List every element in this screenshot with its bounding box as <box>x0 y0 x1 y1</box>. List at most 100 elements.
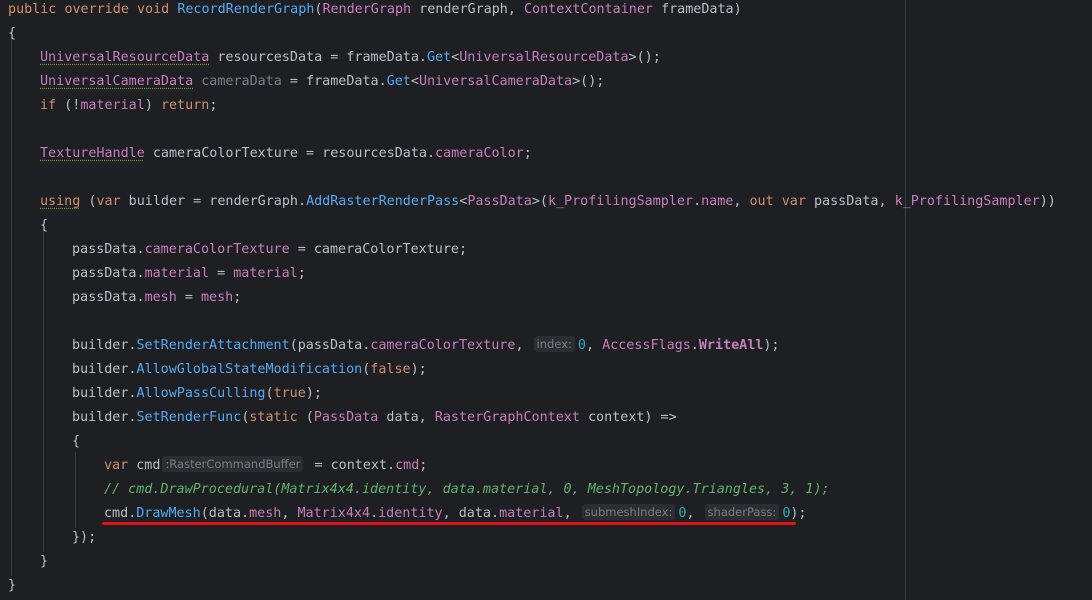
code-token: , <box>585 338 603 353</box>
code-token: AddRasterRenderPass <box>306 194 460 209</box>
code-token: . <box>693 194 702 209</box>
code-line-20[interactable]: var cmd:RasterCommandBuffer = context.cm… <box>104 454 427 478</box>
code-token: if <box>40 98 57 113</box>
code-line-11[interactable]: passData.cameraColorTexture = cameraColo… <box>72 238 467 262</box>
code-token: ) <box>144 98 161 113</box>
code-token: SetRenderFunc <box>136 410 242 425</box>
code-token: mesh <box>249 506 282 521</box>
code-token: frameData) <box>653 2 742 17</box>
code-token: resourcesData = frameData. <box>209 50 427 65</box>
indent-guide <box>43 228 44 552</box>
code-token: mesh <box>201 290 234 305</box>
code-token: = frameData. <box>281 74 387 89</box>
code-token: data, <box>378 410 435 425</box>
code-token: = <box>176 290 201 305</box>
code-token: out <box>749 194 774 209</box>
code-token: void <box>137 2 170 17</box>
code-token: { <box>72 434 81 449</box>
code-token: ( <box>265 386 274 401</box>
code-token: passData. <box>72 290 145 305</box>
code-line-2[interactable]: { <box>8 22 16 46</box>
red-annotation-underline <box>102 522 796 525</box>
code-token: cmd. <box>104 506 137 521</box>
code-token: RecordRenderGraph <box>177 2 315 17</box>
code-token: AllowPassCulling <box>136 386 266 401</box>
code-token: cameraColorTexture = resourcesData. <box>144 146 436 161</box>
code-token: , <box>515 338 532 353</box>
code-comment: // cmd.DrawProcedural(Matrix4x4.identity… <box>104 482 830 497</box>
code-line-12[interactable]: passData.material = material; <box>72 262 306 286</box>
code-token: var <box>781 194 806 209</box>
code-token: ; <box>419 458 428 473</box>
code-token: cameraColorTexture <box>370 338 516 353</box>
code-line-16[interactable]: builder.AllowGlobalStateModification(fal… <box>72 358 427 382</box>
code-token: , <box>733 194 750 209</box>
code-token: >(); <box>628 50 661 65</box>
code-token: using <box>40 194 81 209</box>
code-line-7[interactable]: TextureHandle cameraColorTexture = resou… <box>40 142 532 166</box>
code-token: passData. <box>72 266 145 281</box>
parameter-hint: shaderPass: <box>704 504 780 520</box>
code-line-17[interactable]: builder.AllowPassCulling(true); <box>72 382 322 406</box>
code-line-21[interactable]: // cmd.DrawProcedural(Matrix4x4.identity… <box>104 478 830 502</box>
code-token: (passData. <box>289 338 371 353</box>
code-token: RenderGraph <box>322 2 412 17</box>
code-token: SetRenderAttachment <box>136 338 290 353</box>
code-token: ; <box>523 146 532 161</box>
code-line-9[interactable]: using (var builder = renderGraph.AddRast… <box>40 190 1056 214</box>
code-token: ); <box>763 338 780 353</box>
code-token: override <box>64 2 129 17</box>
code-token: Get <box>386 74 411 89</box>
code-token: (data. <box>200 506 250 521</box>
code-token: Get <box>426 50 452 65</box>
code-token: var <box>104 458 129 473</box>
code-token: mesh <box>144 290 177 305</box>
code-token: PassData <box>467 194 532 209</box>
code-line-10[interactable]: { <box>40 214 48 238</box>
code-token: k_ProfilingSampler <box>547 194 694 209</box>
code-token: material <box>80 98 145 113</box>
code-token: cameraColorTexture <box>144 242 290 257</box>
code-line-23[interactable]: }); <box>72 526 96 550</box>
code-token: AllowGlobalStateModification <box>136 362 363 377</box>
code-token: (! <box>56 98 81 113</box>
code-token: )) <box>1039 194 1056 209</box>
code-token: renderGraph, <box>411 2 524 17</box>
code-line-24[interactable]: } <box>40 550 48 574</box>
code-token: UniversalCameraData <box>40 74 194 89</box>
code-token: >(); <box>572 74 605 89</box>
code-token: { <box>8 26 17 41</box>
code-line-5[interactable]: if (!material) return; <box>40 94 217 118</box>
code-token: false <box>370 362 411 377</box>
code-token: builder = renderGraph. <box>120 194 307 209</box>
code-token: ; <box>233 290 242 305</box>
code-token: ( <box>80 194 97 209</box>
code-token: k_ProfilingSampler <box>894 194 1040 209</box>
code-token: RasterGraphContext <box>434 410 580 425</box>
code-token: name <box>701 194 734 209</box>
code-line-13[interactable]: passData.mesh = mesh; <box>72 286 241 310</box>
code-token: 0 <box>577 338 586 353</box>
code-token: , <box>563 506 580 521</box>
indent-guide <box>11 36 12 576</box>
code-editor[interactable]: public override void RecordRenderGraph (R… <box>0 0 1092 600</box>
code-token: UniversalResourceData <box>459 50 629 65</box>
right-margin-guide <box>905 0 906 600</box>
code-line-19[interactable]: { <box>72 430 80 454</box>
code-token: PassData <box>313 410 379 425</box>
code-token: } <box>8 578 17 593</box>
code-token: } <box>40 554 49 569</box>
code-line-18[interactable]: builder.SetRenderFunc(static (PassData d… <box>72 406 677 430</box>
code-line-4[interactable]: UniversalCameraData cameraData = frameDa… <box>40 70 604 94</box>
parameter-hint: index: <box>533 336 575 352</box>
code-line-3[interactable]: UniversalResourceData resourcesData = fr… <box>40 46 661 70</box>
code-token: material <box>499 506 564 521</box>
code-token: cameraData <box>201 74 282 89</box>
code-line-1[interactable]: public override void RecordRenderGraph(R… <box>8 0 742 22</box>
code-line-25[interactable]: } <box>8 574 16 598</box>
code-token: var <box>96 194 121 209</box>
code-line-15[interactable]: builder.SetRenderAttachment(passData.cam… <box>72 334 779 358</box>
indent-guide <box>75 452 76 528</box>
code-token: ; <box>209 98 218 113</box>
